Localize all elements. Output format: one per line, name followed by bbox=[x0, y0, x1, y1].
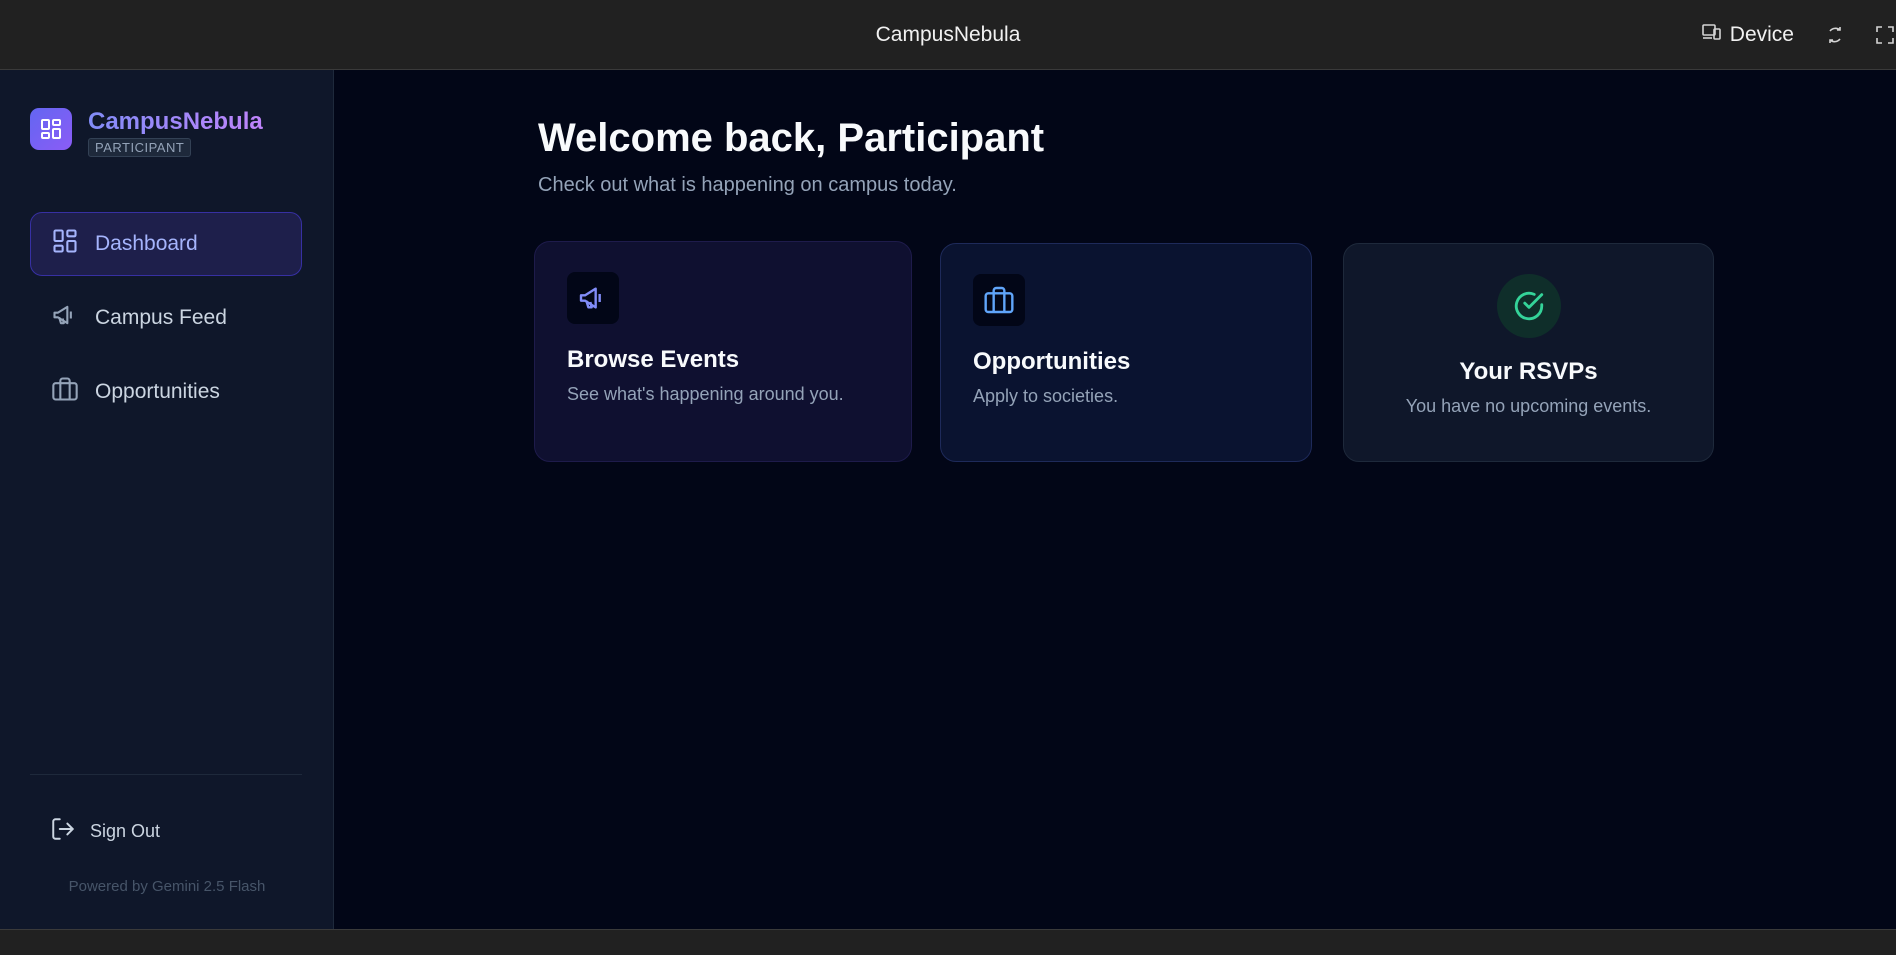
rotate-icon[interactable] bbox=[1824, 24, 1846, 46]
device-label: Device bbox=[1729, 23, 1794, 46]
app-topbar: CampusNebula Device bbox=[0, 0, 1896, 70]
megaphone-icon bbox=[51, 301, 79, 335]
main-content: Welcome back, Participant Check out what… bbox=[335, 70, 1896, 929]
megaphone-icon bbox=[567, 272, 619, 324]
device-button[interactable]: Device bbox=[1701, 23, 1794, 47]
sidebar-item-dashboard[interactable]: Dashboard bbox=[30, 212, 302, 276]
card-description: You have no upcoming events. bbox=[1405, 396, 1652, 416]
bottom-bar bbox=[0, 929, 1896, 955]
device-icon bbox=[1701, 23, 1722, 47]
card-title: Opportunities bbox=[973, 348, 1131, 375]
briefcase-icon bbox=[51, 375, 79, 409]
sidebar-divider bbox=[30, 774, 302, 775]
card-title: Your RSVPs bbox=[1459, 358, 1598, 385]
page-title: Welcome back, Participant bbox=[538, 116, 1045, 160]
card-description: Apply to societies. bbox=[973, 386, 1119, 406]
rsvps-card[interactable]: Your RSVPs You have no upcoming events. bbox=[1343, 243, 1714, 462]
sign-out-button[interactable]: Sign Out bbox=[50, 816, 160, 847]
sidebar-nav: Dashboard Campus Feed Opportunities bbox=[30, 212, 302, 434]
page-subtitle: Check out what is happening on campus to… bbox=[538, 174, 957, 196]
sidebar-item-opportunities[interactable]: Opportunities bbox=[30, 360, 302, 424]
role-badge: PARTICIPANT bbox=[88, 138, 192, 157]
sidebar-item-label: Opportunities bbox=[95, 380, 220, 403]
sidebar-item-label: Campus Feed bbox=[95, 306, 227, 329]
card-description: See what's happening around you. bbox=[567, 384, 844, 404]
sidebar-item-label: Dashboard bbox=[95, 232, 198, 255]
brand: CampusNebula PARTICIPANT bbox=[30, 108, 263, 157]
fullscreen-icon[interactable] bbox=[1874, 24, 1896, 46]
sidebar: CampusNebula PARTICIPANT Dashboard Campu… bbox=[0, 70, 334, 929]
brand-logo-icon bbox=[30, 108, 72, 150]
briefcase-icon bbox=[973, 274, 1025, 326]
card-title: Browse Events bbox=[567, 346, 740, 373]
sign-out-icon bbox=[50, 816, 76, 847]
topbar-controls: Device bbox=[1701, 0, 1896, 70]
sign-out-label: Sign Out bbox=[90, 821, 161, 841]
sidebar-item-campus-feed[interactable]: Campus Feed bbox=[30, 286, 302, 350]
check-circle-icon bbox=[1496, 274, 1561, 338]
opportunities-card[interactable]: Opportunities Apply to societies. bbox=[940, 243, 1312, 462]
browse-events-card[interactable]: Browse Events See what's happening aroun… bbox=[534, 241, 912, 462]
powered-by-text: Powered by Gemini 2.5 Flash bbox=[68, 878, 266, 895]
topbar-title: CampusNebula bbox=[875, 22, 1021, 46]
brand-name: CampusNebula bbox=[88, 108, 263, 135]
dashboard-icon bbox=[51, 227, 79, 261]
